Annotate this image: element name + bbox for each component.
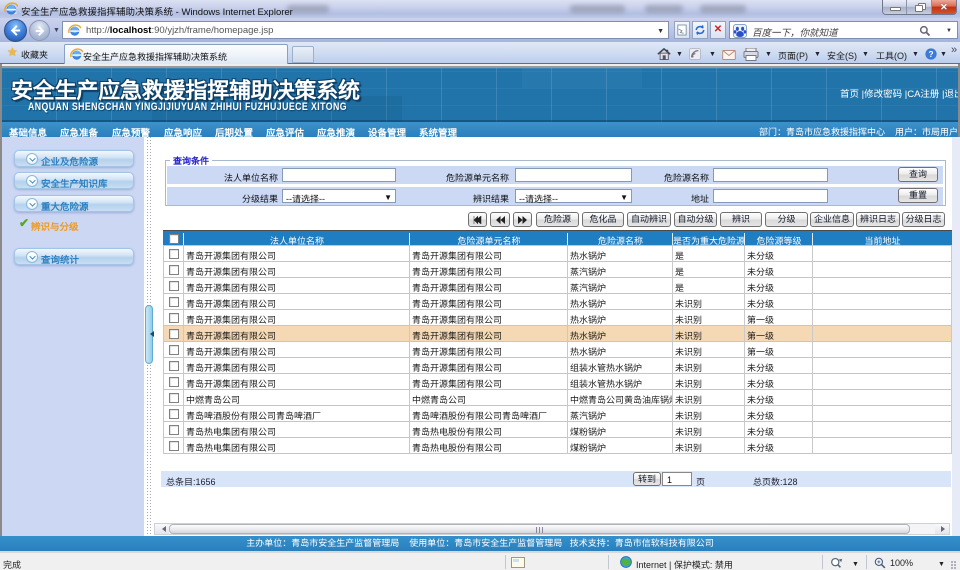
svg-text:?: ? (928, 50, 933, 59)
